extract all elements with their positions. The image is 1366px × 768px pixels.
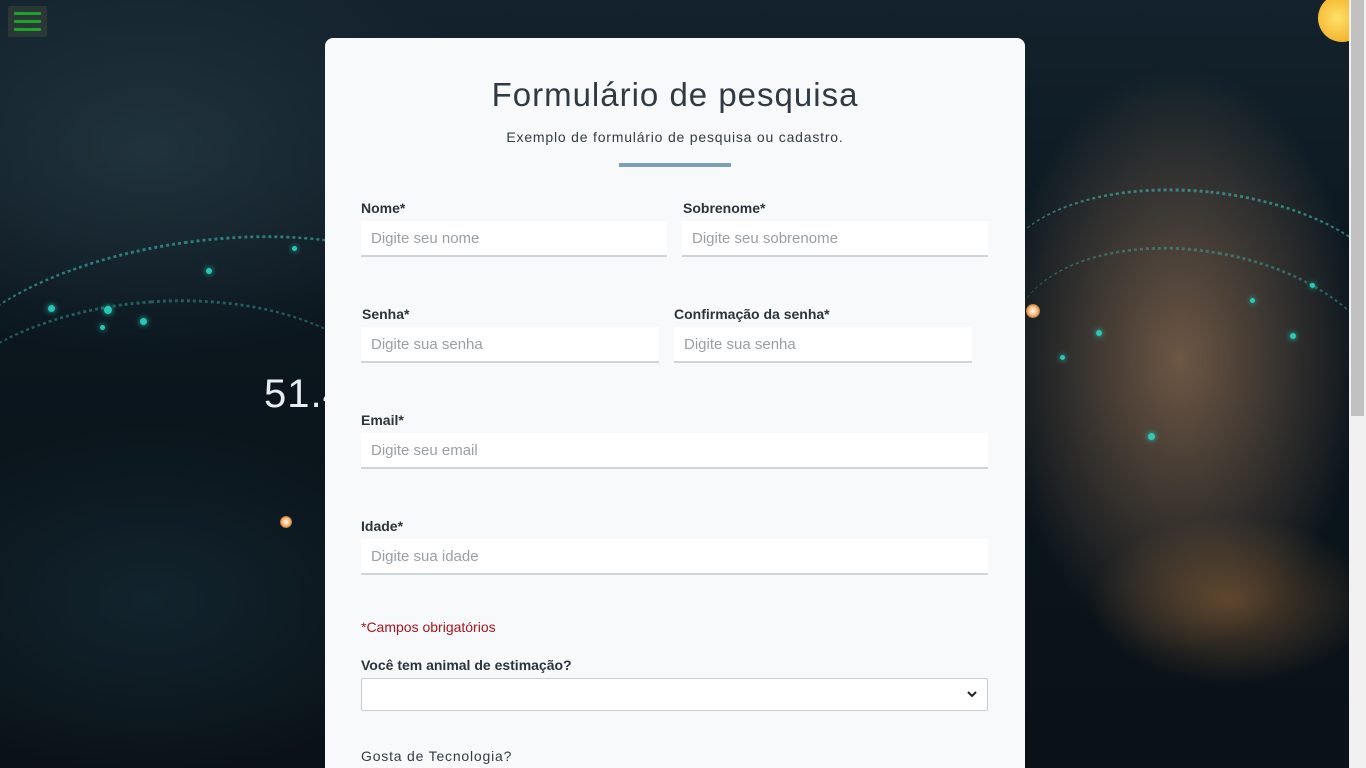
particle — [104, 306, 112, 314]
form-title: Formulário de pesquisa — [491, 76, 859, 113]
menu-bar — [14, 12, 41, 15]
particle — [206, 268, 212, 274]
nome-label: Nome* — [361, 200, 406, 216]
particle — [292, 246, 297, 251]
particle — [100, 325, 105, 330]
confirmacao-senha-input[interactable] — [674, 327, 972, 363]
particle — [1310, 283, 1315, 288]
light-spark — [1026, 304, 1040, 318]
email-label: Email* — [361, 412, 404, 428]
idade-input[interactable] — [361, 539, 988, 575]
particle — [1148, 433, 1155, 440]
scrollbar-thumb[interactable] — [1351, 0, 1364, 416]
menu-bar — [14, 28, 41, 31]
pet-question-label: Você tem animal de estimação? — [361, 657, 572, 673]
required-fields-note: *Campos obrigatórios — [361, 619, 496, 635]
confirmacao-senha-label: Confirmação da senha* — [674, 306, 830, 322]
particle — [1250, 298, 1255, 303]
page-scrollbar[interactable] — [1349, 0, 1366, 768]
particle — [1096, 330, 1102, 336]
hamburger-menu-icon[interactable] — [8, 6, 47, 37]
sobrenome-input[interactable] — [682, 221, 988, 257]
light-spark — [280, 516, 292, 528]
senha-label: Senha* — [362, 306, 410, 322]
pet-select[interactable] — [361, 678, 988, 711]
menu-bar — [14, 20, 41, 23]
particle — [140, 318, 147, 325]
particle — [48, 305, 55, 312]
idade-label: Idade* — [361, 518, 404, 534]
yellow-orb — [1318, 0, 1349, 42]
tech-question-label: Gosta de Tecnologia? — [361, 748, 513, 764]
nome-input[interactable] — [361, 221, 667, 257]
particle — [1290, 333, 1296, 339]
particle — [1060, 355, 1065, 360]
senha-input[interactable] — [361, 327, 659, 363]
form-subtitle: Exemplo de formulário de pesquisa ou cad… — [506, 129, 844, 145]
title-divider — [619, 163, 731, 167]
chevron-down-icon — [967, 691, 977, 698]
sobrenome-label: Sobrenome* — [683, 200, 766, 216]
email-input[interactable] — [361, 433, 988, 469]
